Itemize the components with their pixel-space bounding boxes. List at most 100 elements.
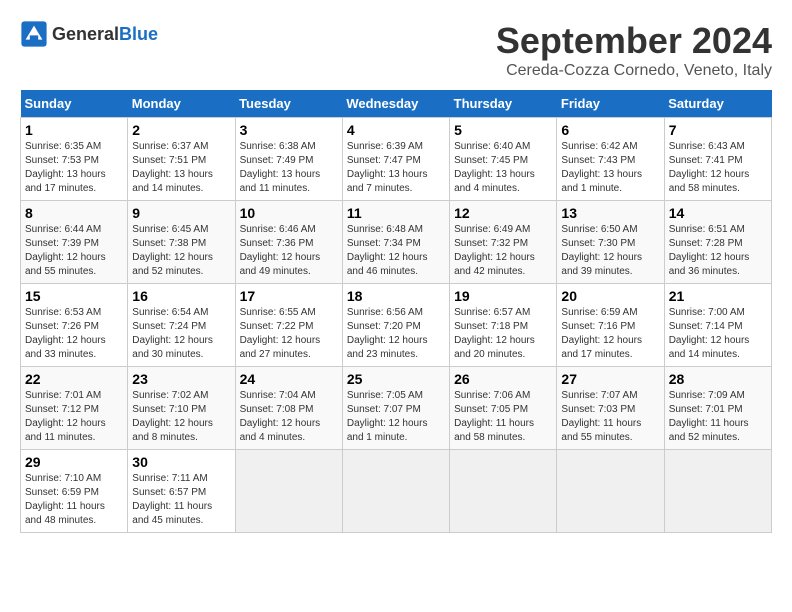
table-cell xyxy=(235,450,342,533)
day-info: Sunrise: 6:57 AMSunset: 7:18 PMDaylight:… xyxy=(454,306,552,362)
day-number: 27 xyxy=(561,371,659,387)
day-info: Sunrise: 7:11 AMSunset: 6:57 PMDaylight:… xyxy=(132,472,230,528)
day-info: Sunrise: 6:55 AMSunset: 7:22 PMDaylight:… xyxy=(240,306,338,362)
day-info: Sunrise: 7:01 AMSunset: 7:12 PMDaylight:… xyxy=(25,389,123,445)
calendar-body: 1Sunrise: 6:35 AMSunset: 7:53 PMDaylight… xyxy=(21,118,772,533)
logo-icon xyxy=(20,20,48,48)
day-info: Sunrise: 7:05 AMSunset: 7:07 PMDaylight:… xyxy=(347,389,445,445)
day-info: Sunrise: 7:00 AMSunset: 7:14 PMDaylight:… xyxy=(669,306,767,362)
day-info: Sunrise: 7:06 AMSunset: 7:05 PMDaylight:… xyxy=(454,389,552,445)
day-info: Sunrise: 7:09 AMSunset: 7:01 PMDaylight:… xyxy=(669,389,767,445)
day-number: 6 xyxy=(561,122,659,138)
table-cell: 14 Sunrise: 6:51 AMSunset: 7:28 PMDayligh… xyxy=(664,201,771,284)
day-info: Sunrise: 6:37 AMSunset: 7:51 PMDaylight:… xyxy=(132,140,230,196)
day-number: 17 xyxy=(240,288,338,304)
day-number: 3 xyxy=(240,122,338,138)
table-cell: 1Sunrise: 6:35 AMSunset: 7:53 PMDaylight… xyxy=(21,118,128,201)
day-info: Sunrise: 7:04 AMSunset: 7:08 PMDaylight:… xyxy=(240,389,338,445)
table-cell: 30 Sunrise: 7:11 AMSunset: 6:57 PMDayligh… xyxy=(128,450,235,533)
table-cell: 11 Sunrise: 6:48 AMSunset: 7:34 PMDayligh… xyxy=(342,201,449,284)
header-row: Sunday Monday Tuesday Wednesday Thursday… xyxy=(21,90,772,118)
table-cell xyxy=(342,450,449,533)
day-info: Sunrise: 6:35 AMSunset: 7:53 PMDaylight:… xyxy=(25,140,123,196)
day-info: Sunrise: 6:56 AMSunset: 7:20 PMDaylight:… xyxy=(347,306,445,362)
table-cell: 24Sunrise: 7:04 AMSunset: 7:08 PMDayligh… xyxy=(235,367,342,450)
day-info: Sunrise: 6:44 AMSunset: 7:39 PMDaylight:… xyxy=(25,223,123,279)
day-info: Sunrise: 6:38 AMSunset: 7:49 PMDaylight:… xyxy=(240,140,338,196)
day-info: Sunrise: 6:40 AMSunset: 7:45 PMDaylight:… xyxy=(454,140,552,196)
day-number: 30 xyxy=(132,454,230,470)
table-cell: 5 Sunrise: 6:40 AMSunset: 7:45 PMDaylight… xyxy=(450,118,557,201)
day-number: 23 xyxy=(132,371,230,387)
logo-text: GeneralBlue xyxy=(52,24,158,45)
title-section: September 2024 Cereda-Cozza Cornedo, Ven… xyxy=(496,20,772,80)
table-cell: 6Sunrise: 6:42 AMSunset: 7:43 PMDaylight… xyxy=(557,118,664,201)
day-number: 29 xyxy=(25,454,123,470)
header-sunday: Sunday xyxy=(21,90,128,118)
day-number: 12 xyxy=(454,205,552,221)
table-cell: 22Sunrise: 7:01 AMSunset: 7:12 PMDayligh… xyxy=(21,367,128,450)
day-info: Sunrise: 6:53 AMSunset: 7:26 PMDaylight:… xyxy=(25,306,123,362)
table-cell: 26 Sunrise: 7:06 AMSunset: 7:05 PMDayligh… xyxy=(450,367,557,450)
calendar-table: Sunday Monday Tuesday Wednesday Thursday… xyxy=(20,90,772,533)
header-thursday: Thursday xyxy=(450,90,557,118)
table-cell: 25 Sunrise: 7:05 AMSunset: 7:07 PMDayligh… xyxy=(342,367,449,450)
table-cell: 19 Sunrise: 6:57 AMSunset: 7:18 PMDayligh… xyxy=(450,284,557,367)
day-info: Sunrise: 6:45 AMSunset: 7:38 PMDaylight:… xyxy=(132,223,230,279)
table-cell: 17 Sunrise: 6:55 AMSunset: 7:22 PMDayligh… xyxy=(235,284,342,367)
day-number: 11 xyxy=(347,205,445,221)
day-info: Sunrise: 6:51 AMSunset: 7:28 PMDaylight:… xyxy=(669,223,767,279)
location: Cereda-Cozza Cornedo, Veneto, Italy xyxy=(496,62,772,80)
header-friday: Friday xyxy=(557,90,664,118)
table-cell: 21 Sunrise: 7:00 AMSunset: 7:14 PMDayligh… xyxy=(664,284,771,367)
day-number: 25 xyxy=(347,371,445,387)
day-number: 2 xyxy=(132,122,230,138)
logo-general-text: General xyxy=(52,24,119,44)
day-number: 18 xyxy=(347,288,445,304)
month-year: September 2024 xyxy=(496,20,772,62)
calendar-header: Sunday Monday Tuesday Wednesday Thursday… xyxy=(21,90,772,118)
day-info: Sunrise: 6:48 AMSunset: 7:34 PMDaylight:… xyxy=(347,223,445,279)
day-number: 9 xyxy=(132,205,230,221)
day-info: Sunrise: 7:07 AMSunset: 7:03 PMDaylight:… xyxy=(561,389,659,445)
table-cell: 9 Sunrise: 6:45 AMSunset: 7:38 PMDaylight… xyxy=(128,201,235,284)
day-number: 5 xyxy=(454,122,552,138)
day-number: 7 xyxy=(669,122,767,138)
day-number: 19 xyxy=(454,288,552,304)
day-info: Sunrise: 6:46 AMSunset: 7:36 PMDaylight:… xyxy=(240,223,338,279)
day-info: Sunrise: 6:49 AMSunset: 7:32 PMDaylight:… xyxy=(454,223,552,279)
table-cell: 7 Sunrise: 6:43 AMSunset: 7:41 PMDaylight… xyxy=(664,118,771,201)
table-cell: 3 Sunrise: 6:38 AMSunset: 7:49 PMDaylight… xyxy=(235,118,342,201)
calendar-row: 22Sunrise: 7:01 AMSunset: 7:12 PMDayligh… xyxy=(21,367,772,450)
day-info: Sunrise: 6:50 AMSunset: 7:30 PMDaylight:… xyxy=(561,223,659,279)
calendar-row: 8Sunrise: 6:44 AMSunset: 7:39 PMDaylight… xyxy=(21,201,772,284)
calendar-row: 1Sunrise: 6:35 AMSunset: 7:53 PMDaylight… xyxy=(21,118,772,201)
table-cell: 27 Sunrise: 7:07 AMSunset: 7:03 PMDayligh… xyxy=(557,367,664,450)
header-monday: Monday xyxy=(128,90,235,118)
header: GeneralBlue September 2024 Cereda-Cozza … xyxy=(20,20,772,80)
table-cell: 13 Sunrise: 6:50 AMSunset: 7:30 PMDayligh… xyxy=(557,201,664,284)
day-number: 13 xyxy=(561,205,659,221)
header-saturday: Saturday xyxy=(664,90,771,118)
table-cell: 10Sunrise: 6:46 AMSunset: 7:36 PMDayligh… xyxy=(235,201,342,284)
table-cell: 18 Sunrise: 6:56 AMSunset: 7:20 PMDayligh… xyxy=(342,284,449,367)
header-tuesday: Tuesday xyxy=(235,90,342,118)
day-info: Sunrise: 7:02 AMSunset: 7:10 PMDaylight:… xyxy=(132,389,230,445)
day-number: 21 xyxy=(669,288,767,304)
day-info: Sunrise: 6:54 AMSunset: 7:24 PMDaylight:… xyxy=(132,306,230,362)
table-cell: 4Sunrise: 6:39 AMSunset: 7:47 PMDaylight… xyxy=(342,118,449,201)
calendar-row: 29Sunrise: 7:10 AMSunset: 6:59 PMDayligh… xyxy=(21,450,772,533)
day-number: 16 xyxy=(132,288,230,304)
table-cell: 29Sunrise: 7:10 AMSunset: 6:59 PMDayligh… xyxy=(21,450,128,533)
table-cell: 15 Sunrise: 6:53 AMSunset: 7:26 PMDayligh… xyxy=(21,284,128,367)
table-cell: 16 Sunrise: 6:54 AMSunset: 7:24 PMDayligh… xyxy=(128,284,235,367)
calendar-row: 15 Sunrise: 6:53 AMSunset: 7:26 PMDayligh… xyxy=(21,284,772,367)
table-cell xyxy=(664,450,771,533)
day-number: 26 xyxy=(454,371,552,387)
table-cell xyxy=(557,450,664,533)
day-info: Sunrise: 6:43 AMSunset: 7:41 PMDaylight:… xyxy=(669,140,767,196)
day-number: 14 xyxy=(669,205,767,221)
table-cell: 23 Sunrise: 7:02 AMSunset: 7:10 PMDayligh… xyxy=(128,367,235,450)
logo-blue-text: Blue xyxy=(119,24,158,44)
day-number: 15 xyxy=(25,288,123,304)
